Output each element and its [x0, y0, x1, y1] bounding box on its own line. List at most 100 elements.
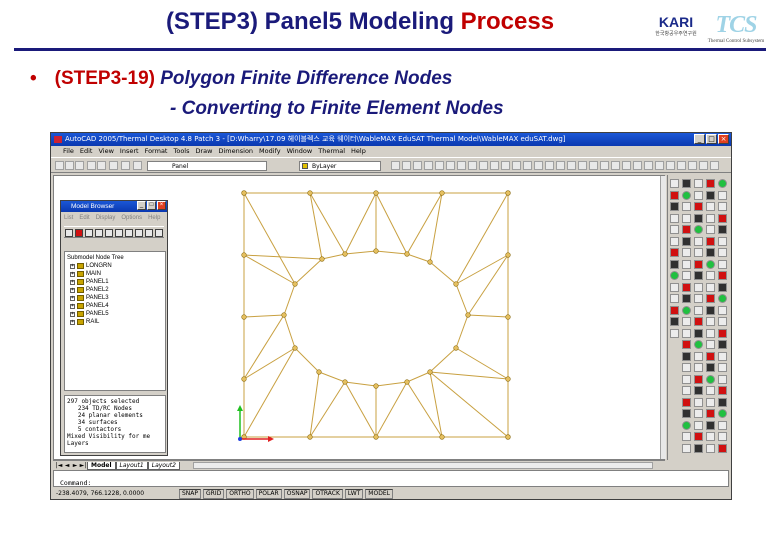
- mesh-node[interactable]: [439, 434, 445, 440]
- browser-tool-icon[interactable]: [95, 229, 103, 237]
- palette-tool-icon[interactable]: [706, 271, 715, 280]
- menu-window[interactable]: Window: [287, 146, 313, 157]
- palette-tool-icon[interactable]: [694, 397, 703, 407]
- palette-tool-icon[interactable]: [718, 282, 727, 292]
- browser-close-button[interactable]: ×: [157, 201, 166, 210]
- palette-tool-icon[interactable]: [706, 213, 715, 223]
- mesh-node[interactable]: [427, 259, 433, 265]
- palette-tool-icon[interactable]: [706, 202, 715, 211]
- palette-tool-icon[interactable]: [718, 409, 727, 418]
- palette-tool-icon[interactable]: [682, 202, 691, 211]
- mesh-node[interactable]: [404, 379, 410, 385]
- palette-tool-icon[interactable]: [682, 374, 691, 384]
- palette-tool-icon[interactable]: [682, 213, 691, 223]
- palette-tool-icon[interactable]: [718, 351, 727, 361]
- toolbar-button[interactable]: [87, 161, 96, 170]
- palette-tool-icon[interactable]: [706, 351, 715, 361]
- toolbar-button[interactable]: [121, 161, 130, 170]
- mesh-node[interactable]: [505, 434, 511, 440]
- tab-model[interactable]: Model: [87, 462, 116, 470]
- tree-item[interactable]: + RAIL: [67, 318, 163, 326]
- palette-tool-icon[interactable]: [706, 190, 715, 200]
- mesh-node[interactable]: [505, 190, 511, 196]
- mesh-node[interactable]: [292, 345, 298, 351]
- palette-tool-icon[interactable]: [694, 213, 703, 223]
- tab-layout1[interactable]: Layout1: [115, 462, 148, 470]
- expand-plus-icon[interactable]: +: [70, 319, 75, 325]
- expand-plus-icon[interactable]: +: [70, 295, 75, 301]
- browser-tool-icon[interactable]: [125, 229, 133, 237]
- tree-item[interactable]: + MAIN: [67, 270, 163, 278]
- palette-tool-icon[interactable]: [706, 340, 715, 349]
- mesh-node[interactable]: [307, 190, 313, 196]
- palette-tool-icon[interactable]: [670, 213, 679, 223]
- menu-modify[interactable]: Modify: [259, 146, 281, 157]
- toolbar-button[interactable]: [578, 161, 587, 170]
- palette-tool-icon[interactable]: [670, 259, 679, 269]
- tab-scroll-arrow-icon[interactable]: ◄: [63, 462, 71, 470]
- palette-tool-icon[interactable]: [718, 317, 727, 326]
- palette-tool-icon[interactable]: [694, 363, 703, 372]
- toolbar-button[interactable]: [523, 161, 532, 170]
- palette-tool-icon[interactable]: [682, 317, 691, 326]
- toolbar-button[interactable]: [699, 161, 708, 170]
- browser-tool-icon[interactable]: [145, 229, 153, 237]
- tree-item[interactable]: + PANEL2: [67, 286, 163, 294]
- toolbar-button[interactable]: [688, 161, 697, 170]
- browser-menu-options[interactable]: Options: [121, 215, 142, 221]
- palette-tool-icon[interactable]: [682, 420, 691, 430]
- mesh-node[interactable]: [453, 281, 459, 287]
- palette-tool-icon[interactable]: [694, 443, 703, 453]
- palette-tool-icon[interactable]: [670, 282, 679, 292]
- palette-tool-icon[interactable]: [694, 340, 703, 349]
- tree-item[interactable]: + PANEL5: [67, 310, 163, 318]
- browser-tool-icon[interactable]: [75, 229, 83, 237]
- palette-tool-icon[interactable]: [706, 236, 715, 246]
- palette-tool-icon[interactable]: [706, 305, 715, 315]
- palette-tool-icon[interactable]: [718, 432, 727, 441]
- toolbar-button[interactable]: [55, 161, 64, 170]
- menu-edit[interactable]: Edit: [80, 146, 93, 157]
- palette-tool-icon[interactable]: [718, 271, 727, 280]
- toolbar-button[interactable]: [435, 161, 444, 170]
- mesh-node[interactable]: [373, 434, 379, 440]
- tab-scroll-arrow-icon[interactable]: ►|: [79, 462, 87, 470]
- palette-tool-icon[interactable]: [706, 409, 715, 418]
- expand-plus-icon[interactable]: +: [70, 279, 75, 285]
- palette-tool-icon[interactable]: [694, 259, 703, 269]
- status-snap-button[interactable]: SNAP: [179, 488, 202, 499]
- palette-tool-icon[interactable]: [694, 409, 703, 418]
- palette-tool-icon[interactable]: [682, 179, 691, 188]
- toolbar-button[interactable]: [655, 161, 664, 170]
- tab-scroll-arrow-icon[interactable]: |◄: [55, 462, 63, 470]
- toolbar-button[interactable]: [534, 161, 543, 170]
- palette-tool-icon[interactable]: [682, 340, 691, 349]
- browser-menu-edit[interactable]: Edit: [79, 215, 89, 221]
- palette-tool-icon[interactable]: [718, 248, 727, 257]
- status-lwt-button[interactable]: LWT: [344, 488, 364, 499]
- status-model-button[interactable]: MODEL: [365, 488, 393, 499]
- toolbar-button[interactable]: [446, 161, 455, 170]
- command-line[interactable]: Command:: [53, 470, 729, 487]
- palette-tool-icon[interactable]: [694, 420, 703, 430]
- palette-tool-icon[interactable]: [682, 363, 691, 372]
- palette-tool-icon[interactable]: [682, 236, 691, 246]
- expand-plus-icon[interactable]: +: [70, 287, 75, 293]
- palette-tool-icon[interactable]: [694, 432, 703, 441]
- toolbar-button[interactable]: [677, 161, 686, 170]
- palette-tool-icon[interactable]: [682, 225, 691, 234]
- palette-tool-icon[interactable]: [670, 202, 679, 211]
- palette-tool-icon[interactable]: [694, 271, 703, 280]
- browser-tool-icon[interactable]: [115, 229, 123, 237]
- palette-tool-icon[interactable]: [718, 374, 727, 384]
- palette-tool-icon[interactable]: [706, 420, 715, 430]
- tree-item[interactable]: + PANEL4: [67, 302, 163, 310]
- toolbar-button[interactable]: [75, 161, 84, 170]
- palette-tool-icon[interactable]: [682, 190, 691, 200]
- menu-draw[interactable]: Draw: [196, 146, 213, 157]
- toolbar-button[interactable]: [65, 161, 74, 170]
- browser-menu-list[interactable]: List: [64, 215, 73, 221]
- palette-tool-icon[interactable]: [682, 271, 691, 280]
- palette-tool-icon[interactable]: [670, 236, 679, 246]
- mesh-node[interactable]: [505, 314, 511, 320]
